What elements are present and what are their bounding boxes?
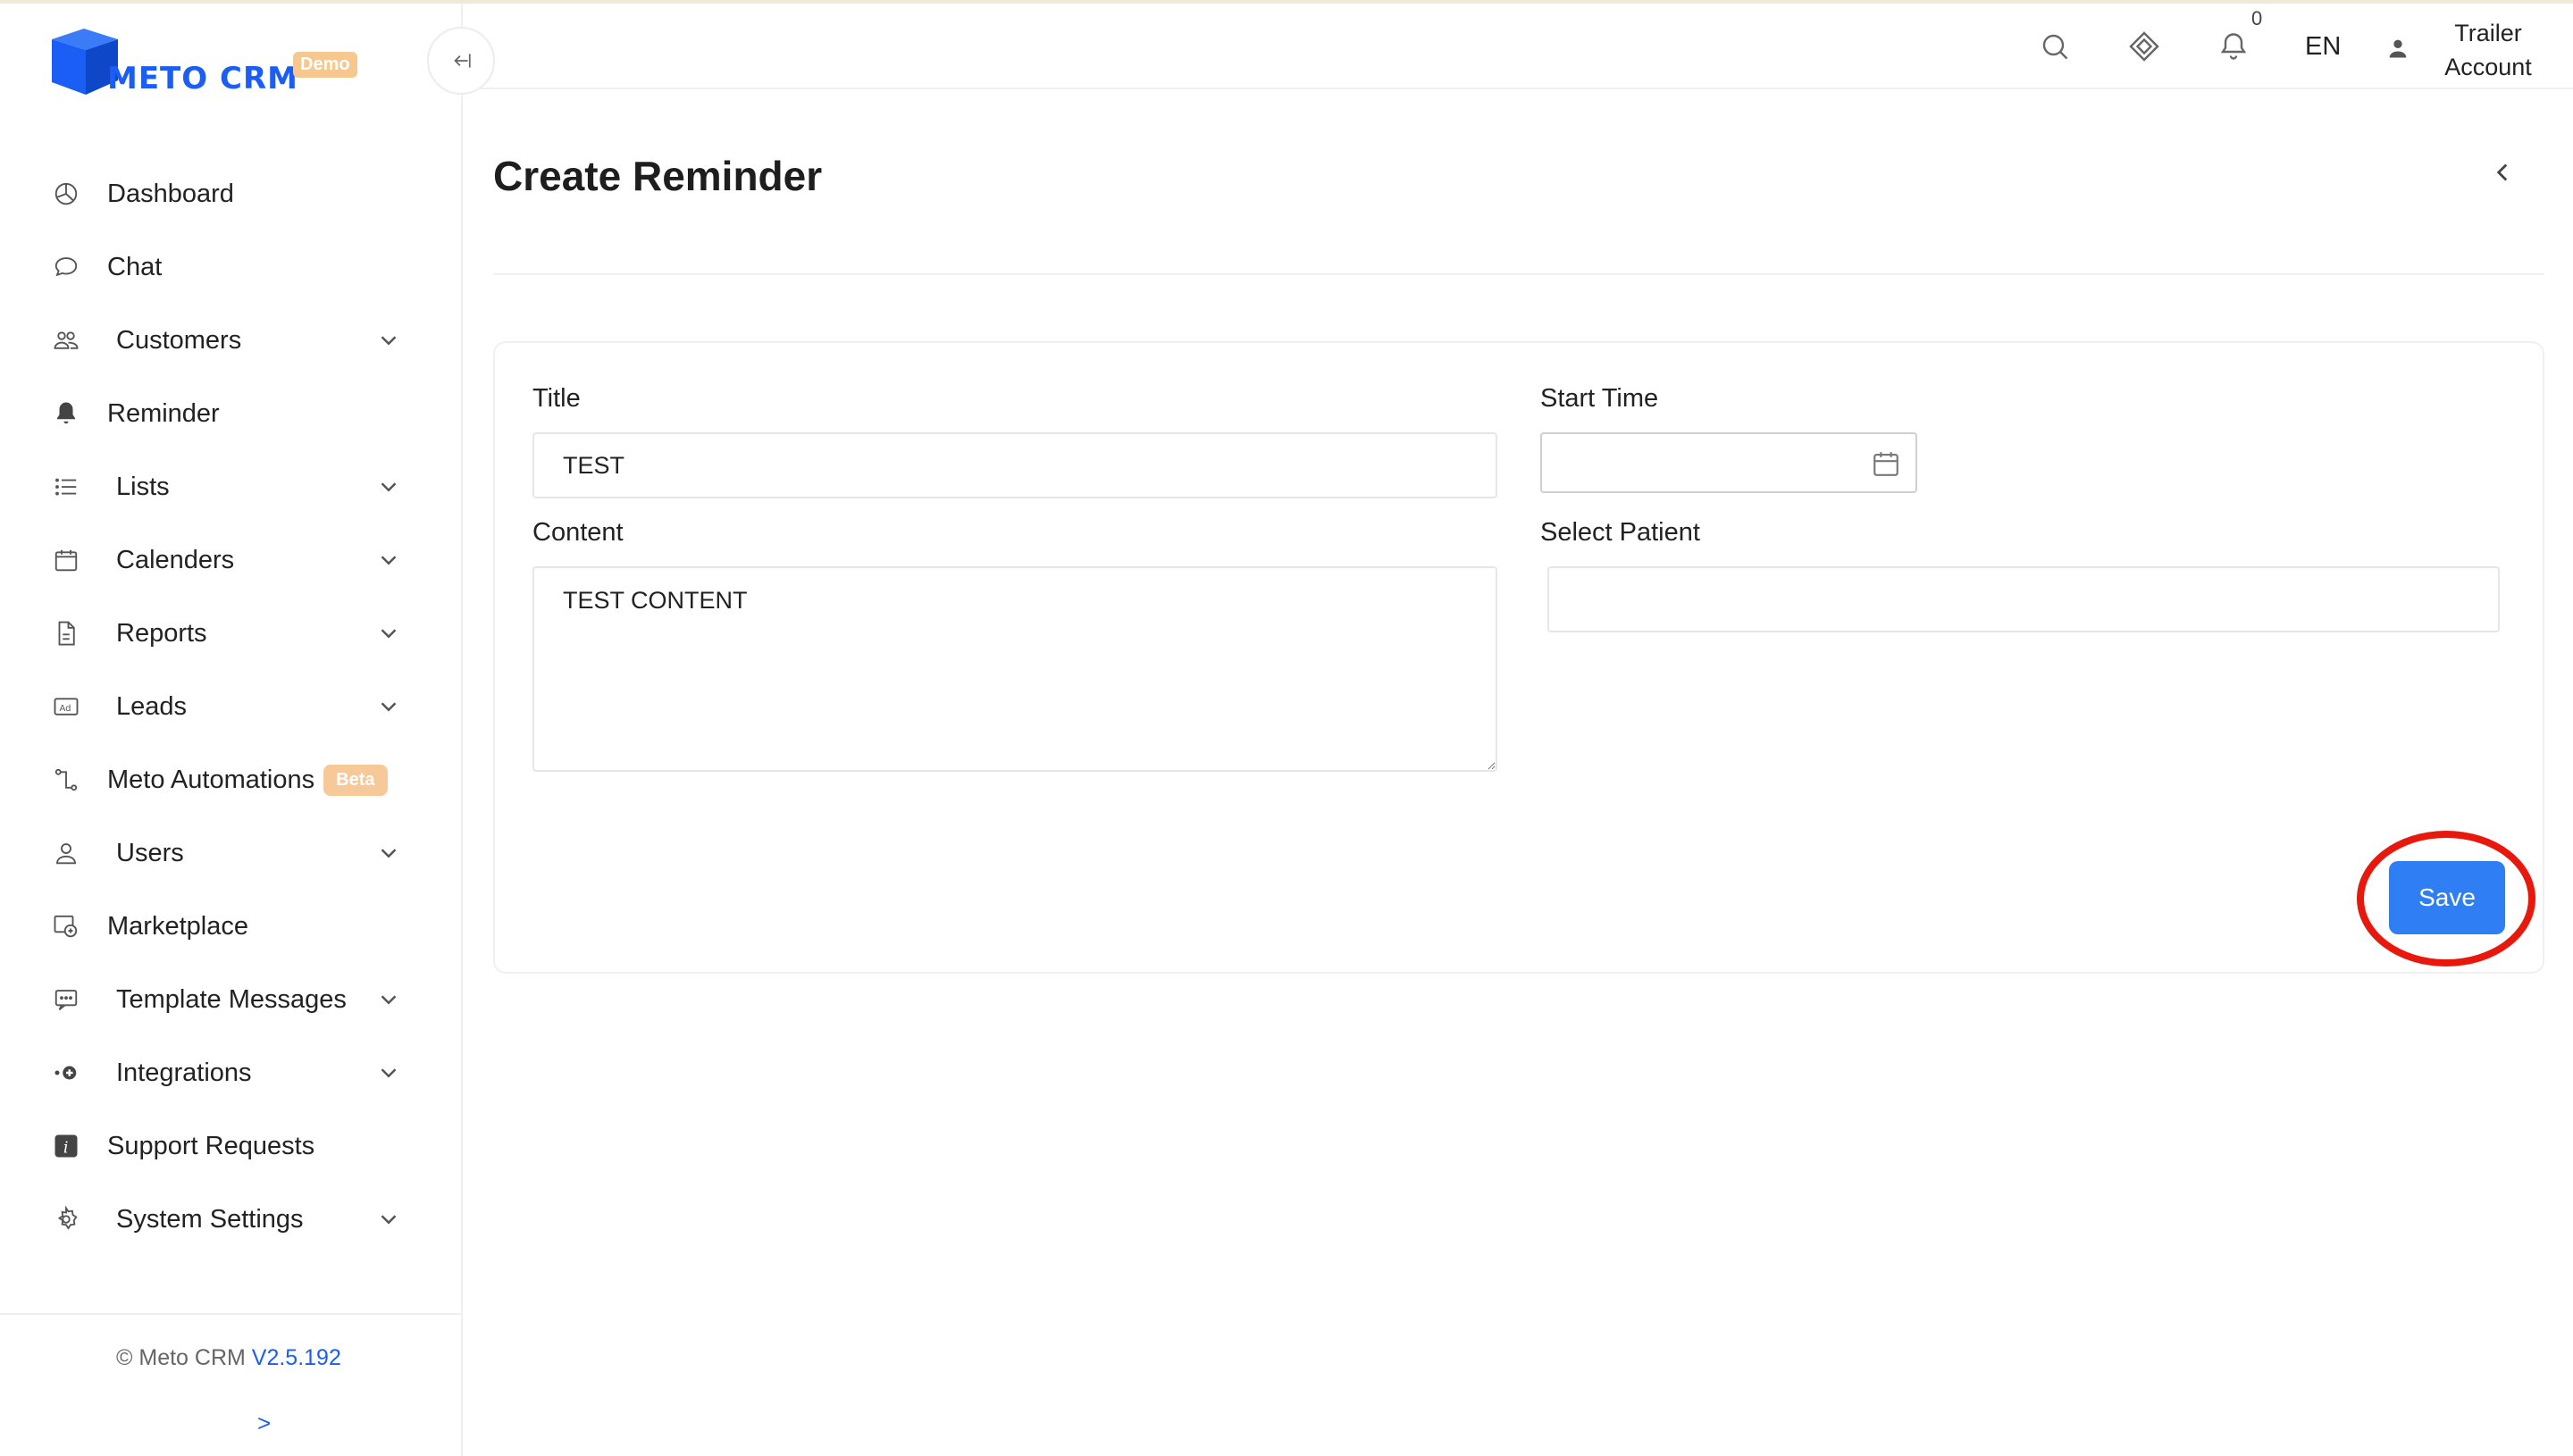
diamond-icon[interactable] [2128,30,2160,63]
sidebar-item-reports[interactable]: Reports [0,597,461,670]
customers-icon [50,324,82,356]
collapse-arrow-icon [454,54,471,68]
sidebar-item-marketplace[interactable]: Marketplace [0,890,461,963]
account-name: Trailer Account [2421,16,2555,84]
title-label: Title [532,384,581,413]
select-patient-label: Select Patient [1540,518,1700,547]
chat-icon [50,251,82,283]
chevron-down-icon[interactable] [375,473,402,500]
sidebar-item-label: Customers [116,325,242,355]
sidebar-item-label: Chat [107,252,163,281]
sidebar-item-calenders[interactable]: Calenders [0,523,461,597]
reminder-form-card: Title Content TEST CONTENT Start Time Se… [493,341,2544,974]
brand-name: METO CRM [107,61,298,96]
content-label: Content [532,518,624,547]
chevron-down-icon[interactable] [375,986,402,1013]
sidebar-item-label: Lists [116,472,170,501]
sidebar-item-label: Template Messages [116,984,347,1014]
demo-badge: Demo [293,52,357,78]
sidebar: METO CRM Demo Dashboard Chat Customers R… [0,4,463,1456]
sidebar-item-meto-automations[interactable]: Meto Automations Beta [0,743,461,816]
sidebar-item-label: Users [116,838,184,867]
sidebar-item-label: Reports [116,618,207,648]
sidebar-item-label: Calenders [116,545,235,574]
title-divider [493,273,2544,275]
sidebar-item-label: Reminder [107,398,220,428]
sidebar-item-label: Integrations [116,1058,252,1087]
sidebar-item-dashboard[interactable]: Dashboard [0,157,461,230]
sidebar-nav: Dashboard Chat Customers Reminder Lists … [0,157,461,1256]
content-textarea[interactable]: TEST CONTENT [532,566,1497,772]
notification-count: 0 [2251,7,2263,29]
chevron-down-icon[interactable] [375,1059,402,1086]
notification-bell-icon[interactable] [2217,30,2250,63]
sidebar-item-reminder[interactable]: Reminder [0,377,461,450]
account-name-line2: Account [2444,54,2532,80]
sidebar-item-chat[interactable]: Chat [0,230,461,304]
report-icon [50,617,82,649]
dashboard-icon [50,178,82,210]
bell-icon [50,397,82,430]
logo[interactable]: METO CRM Demo [48,25,370,105]
chevron-down-icon[interactable] [375,693,402,720]
calendar-icon[interactable] [1871,448,1901,479]
search-icon[interactable] [2039,30,2071,63]
user-icon [2389,39,2407,58]
account-menu[interactable]: Trailer Account [2385,14,2573,82]
save-button[interactable]: Save [2389,861,2505,934]
gear-icon [50,1203,82,1235]
select-patient-dropdown[interactable] [1547,566,2500,632]
chevron-down-icon[interactable] [375,327,402,354]
page-title: Create Reminder [493,153,823,199]
beta-badge: Beta [323,764,388,796]
sidebar-item-template-messages[interactable]: Template Messages [0,963,461,1036]
start-time-input[interactable] [1540,432,1917,493]
sidebar-item-label: Dashboard [107,179,234,208]
chevron-down-icon[interactable] [375,1206,402,1233]
top-header: 0 EN Trailer Account [465,4,2573,89]
marketplace-icon [50,910,82,942]
copyright-text: © Meto CRM [116,1345,246,1370]
sidebar-item-label: System Settings [116,1204,304,1234]
sidebar-item-leads[interactable]: Ad Leads [0,670,461,743]
svg-text:i: i [63,1140,69,1158]
sidebar-item-system-settings[interactable]: System Settings [0,1183,461,1256]
sidebar-item-label: Marketplace [107,911,248,941]
list-icon [50,471,82,503]
start-time-label: Start Time [1540,384,1659,413]
sidebar-item-label: Support Requests [107,1131,315,1160]
collapse-sidebar-button[interactable] [427,27,495,95]
title-input[interactable] [532,432,1497,498]
version-link[interactable]: V2.5.192 [252,1345,341,1370]
sidebar-item-users[interactable]: Users [0,816,461,890]
back-chevron-icon[interactable] [2487,157,2518,188]
chevron-down-icon[interactable] [375,547,402,573]
chevron-down-icon[interactable] [375,840,402,866]
template-icon [50,983,82,1016]
automation-icon [50,764,82,796]
ad-icon: Ad [50,690,82,723]
sidebar-item-lists[interactable]: Lists [0,450,461,523]
info-icon: i [50,1130,82,1162]
sidebar-item-label: Leads [116,691,188,721]
sidebar-item-support-requests[interactable]: i Support Requests [0,1109,461,1183]
expand-sidebar-button[interactable]: > [257,1410,271,1437]
svg-text:Ad: Ad [60,704,71,714]
sidebar-item-customers[interactable]: Customers [0,304,461,377]
sidebar-footer: © Meto CRM V2.5.192 > [0,1313,461,1456]
sidebar-item-label: Meto Automations [107,765,315,794]
calendar-icon [50,544,82,576]
copyright: © Meto CRM V2.5.192 [116,1345,341,1371]
chevron-down-icon[interactable] [375,620,402,647]
user-icon [50,837,82,869]
integration-icon [50,1057,82,1089]
account-name-line1: Trailer [2454,20,2522,46]
sidebar-item-integrations[interactable]: Integrations [0,1036,461,1109]
language-switcher[interactable]: EN [2305,32,2341,62]
